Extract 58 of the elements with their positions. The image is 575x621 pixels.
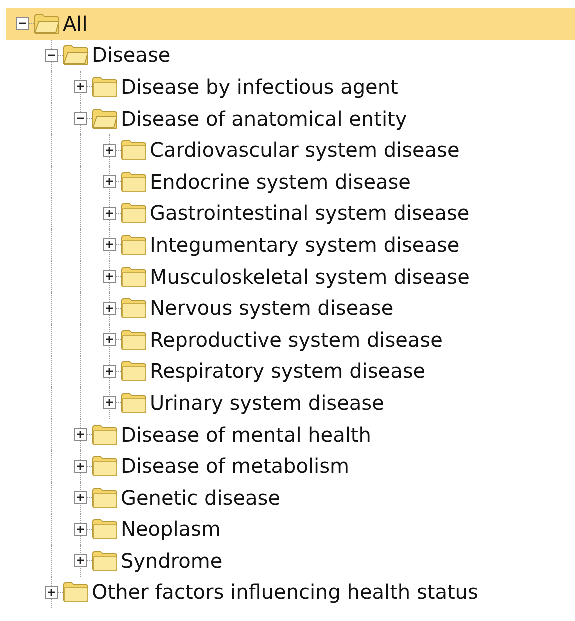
expand-icon[interactable] (103, 206, 116, 220)
folder-icon (121, 234, 147, 256)
tree-item-label[interactable]: Urinary system disease (150, 390, 384, 415)
expand-icon[interactable] (74, 428, 87, 442)
folder-icon (92, 518, 118, 540)
collapse-icon[interactable] (16, 17, 29, 30)
expand-icon[interactable] (103, 144, 116, 157)
open-folder-icon (92, 108, 118, 130)
folder-icon (121, 392, 147, 414)
expand-icon[interactable] (74, 522, 87, 536)
folder-icon (92, 76, 118, 98)
tree-item-label[interactable]: Disease of metabolism (121, 454, 350, 478)
collapse-icon[interactable] (45, 48, 58, 62)
expand-icon[interactable] (103, 238, 116, 252)
tree-item-label[interactable]: Nervous system disease (150, 296, 394, 320)
folder-icon (121, 170, 147, 193)
tree-item-label[interactable]: Endocrine system disease (150, 170, 411, 194)
folder-icon (121, 202, 147, 224)
collapse-icon[interactable] (74, 112, 87, 126)
expand-icon[interactable] (74, 80, 87, 94)
expand-icon[interactable] (45, 586, 58, 599)
tree-item-label[interactable]: Cardiovascular system disease (150, 138, 460, 162)
folder-icon (92, 455, 118, 478)
folder-icon (92, 550, 118, 572)
expand-icon[interactable] (103, 175, 116, 188)
tree-item-label[interactable]: Disease of mental health (121, 422, 372, 447)
expand-icon[interactable] (74, 554, 87, 568)
tree-item-label[interactable]: Syndrome (121, 548, 223, 573)
tree-item-label[interactable]: Reproductive system disease (150, 328, 443, 352)
selected-row-highlight[interactable]: All (6, 8, 575, 40)
tree-item-label[interactable]: Disease by infectious agent (121, 74, 398, 99)
expand-icon[interactable] (103, 302, 116, 315)
tree-item-label[interactable]: Respiratory system disease (150, 359, 426, 384)
tree-item-label[interactable]: Neoplasm (121, 517, 221, 542)
expand-icon[interactable] (74, 491, 87, 504)
expand-icon[interactable] (103, 333, 116, 346)
folder-icon (121, 266, 147, 288)
open-folder-icon (63, 44, 89, 66)
folder-icon (121, 328, 147, 351)
tree-item-label[interactable]: Genetic disease (121, 486, 280, 510)
tree-item-label[interactable]: Disease of anatomical entity (121, 106, 408, 131)
folder-icon (121, 360, 147, 382)
tree-item-label[interactable]: Musculoskeletal system disease (150, 264, 470, 289)
folder-icon (121, 139, 147, 162)
tree-item-label[interactable]: Other factors influencing health status (92, 580, 478, 604)
tree-item-label[interactable]: All (63, 12, 88, 36)
folder-icon (63, 581, 89, 604)
expand-icon[interactable] (103, 364, 116, 378)
open-folder-icon (34, 12, 60, 35)
tree-item-label[interactable]: Integumentary system disease (150, 232, 460, 257)
expand-icon[interactable] (103, 270, 116, 284)
expand-icon[interactable] (74, 460, 87, 473)
tree-item-label[interactable]: Gastrointestinal system disease (150, 201, 470, 226)
folder-icon (92, 424, 118, 446)
tree-item-label[interactable]: Disease (92, 43, 171, 68)
expand-icon[interactable] (103, 396, 116, 410)
folder-icon (121, 297, 147, 320)
folder-icon (92, 486, 118, 509)
